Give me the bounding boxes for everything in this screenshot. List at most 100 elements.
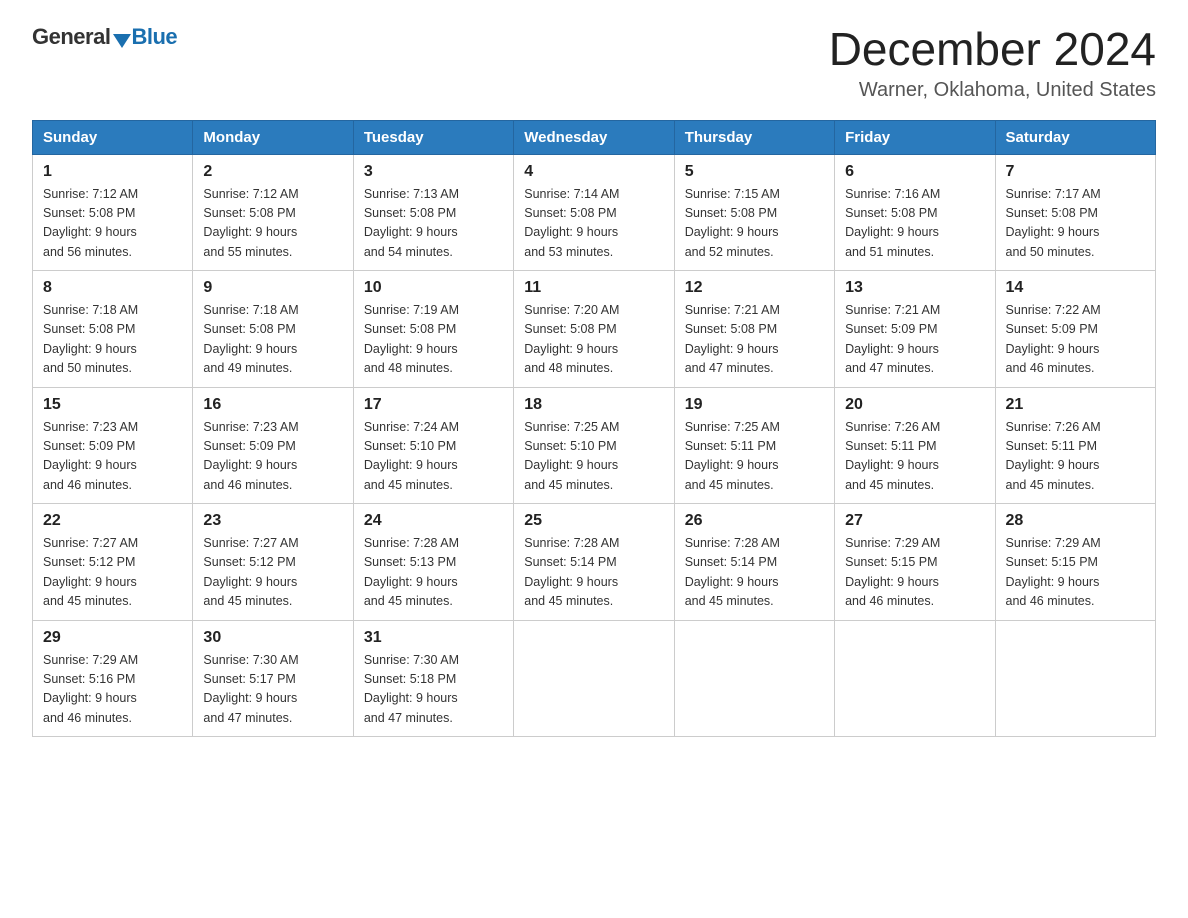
table-row: 10Sunrise: 7:19 AMSunset: 5:08 PMDayligh… — [353, 271, 513, 388]
day-number: 25 — [524, 512, 663, 530]
day-number: 27 — [845, 512, 984, 530]
month-title: December 2024 — [829, 24, 1156, 75]
day-info: Sunrise: 7:25 AMSunset: 5:10 PMDaylight:… — [524, 418, 663, 496]
day-number: 12 — [685, 279, 824, 297]
col-header-saturday: Saturday — [995, 120, 1155, 154]
table-row: 24 Sunrise: 7:28 AMSunset: 5:13 PMDayligh… — [353, 504, 513, 621]
calendar-week-row: 15 Sunrise: 7:23 AMSunset: 5:09 PMDayligh… — [33, 387, 1156, 504]
day-number: 8 — [43, 279, 182, 297]
day-info: Sunrise: 7:16 AMSunset: 5:08 PMDaylight:… — [845, 185, 984, 263]
day-number: 26 — [685, 512, 824, 530]
logo: General Blue — [32, 24, 177, 50]
day-info: Sunrise: 7:28 AMSunset: 5:14 PMDaylight:… — [685, 534, 824, 612]
day-number: 10 — [364, 279, 503, 297]
table-row: 1Sunrise: 7:12 AMSunset: 5:08 PMDaylight… — [33, 154, 193, 271]
logo-text-general: General — [32, 24, 110, 50]
day-info: Sunrise: 7:18 AMSunset: 5:08 PMDaylight:… — [43, 301, 182, 379]
day-info: Sunrise: 7:27 AMSunset: 5:12 PMDaylight:… — [43, 534, 182, 612]
table-row: 7Sunrise: 7:17 AMSunset: 5:08 PMDaylight… — [995, 154, 1155, 271]
day-number: 22 — [43, 512, 182, 530]
col-header-monday: Monday — [193, 120, 353, 154]
day-info: Sunrise: 7:21 AMSunset: 5:08 PMDaylight:… — [685, 301, 824, 379]
day-info: Sunrise: 7:14 AMSunset: 5:08 PMDaylight:… — [524, 185, 663, 263]
day-number: 6 — [845, 163, 984, 181]
col-header-sunday: Sunday — [33, 120, 193, 154]
table-row: 9 Sunrise: 7:18 AMSunset: 5:08 PMDaylight… — [193, 271, 353, 388]
logo-text-blue: Blue — [131, 24, 177, 50]
table-row: 8 Sunrise: 7:18 AMSunset: 5:08 PMDaylight… — [33, 271, 193, 388]
table-row: 19 Sunrise: 7:25 AMSunset: 5:11 PMDayligh… — [674, 387, 834, 504]
day-number: 19 — [685, 396, 824, 414]
day-number: 5 — [685, 163, 824, 181]
day-number: 4 — [524, 163, 663, 181]
day-info: Sunrise: 7:13 AMSunset: 5:08 PMDaylight:… — [364, 185, 503, 263]
title-block: December 2024 Warner, Oklahoma, United S… — [829, 24, 1156, 102]
table-row — [674, 620, 834, 737]
day-number: 31 — [364, 629, 503, 647]
day-info: Sunrise: 7:25 AMSunset: 5:11 PMDaylight:… — [685, 418, 824, 496]
table-row: 25 Sunrise: 7:28 AMSunset: 5:14 PMDayligh… — [514, 504, 674, 621]
table-row: 31 Sunrise: 7:30 AMSunset: 5:18 PMDayligh… — [353, 620, 513, 737]
day-number: 15 — [43, 396, 182, 414]
day-number: 13 — [845, 279, 984, 297]
table-row — [514, 620, 674, 737]
day-number: 20 — [845, 396, 984, 414]
logo-arrow-icon — [113, 34, 131, 48]
day-info: Sunrise: 7:23 AMSunset: 5:09 PMDaylight:… — [43, 418, 182, 496]
day-info: Sunrise: 7:24 AMSunset: 5:10 PMDaylight:… — [364, 418, 503, 496]
day-number: 1 — [43, 163, 182, 181]
col-header-thursday: Thursday — [674, 120, 834, 154]
day-number: 9 — [203, 279, 342, 297]
table-row: 6 Sunrise: 7:16 AMSunset: 5:08 PMDaylight… — [835, 154, 995, 271]
day-number: 24 — [364, 512, 503, 530]
table-row: 30Sunrise: 7:30 AMSunset: 5:17 PMDayligh… — [193, 620, 353, 737]
table-row: 29Sunrise: 7:29 AMSunset: 5:16 PMDayligh… — [33, 620, 193, 737]
table-row: 16 Sunrise: 7:23 AMSunset: 5:09 PMDayligh… — [193, 387, 353, 504]
table-row — [835, 620, 995, 737]
day-info: Sunrise: 7:22 AMSunset: 5:09 PMDaylight:… — [1006, 301, 1145, 379]
table-row: 2Sunrise: 7:12 AMSunset: 5:08 PMDaylight… — [193, 154, 353, 271]
header: General Blue December 2024 Warner, Oklah… — [32, 24, 1156, 102]
table-row: 4 Sunrise: 7:14 AMSunset: 5:08 PMDaylight… — [514, 154, 674, 271]
day-info: Sunrise: 7:29 AMSunset: 5:15 PMDaylight:… — [845, 534, 984, 612]
day-info: Sunrise: 7:28 AMSunset: 5:14 PMDaylight:… — [524, 534, 663, 612]
location-title: Warner, Oklahoma, United States — [829, 79, 1156, 102]
day-info: Sunrise: 7:23 AMSunset: 5:09 PMDaylight:… — [203, 418, 342, 496]
table-row — [995, 620, 1155, 737]
table-row: 11 Sunrise: 7:20 AMSunset: 5:08 PMDayligh… — [514, 271, 674, 388]
day-info: Sunrise: 7:20 AMSunset: 5:08 PMDaylight:… — [524, 301, 663, 379]
day-info: Sunrise: 7:18 AMSunset: 5:08 PMDaylight:… — [203, 301, 342, 379]
day-info: Sunrise: 7:15 AMSunset: 5:08 PMDaylight:… — [685, 185, 824, 263]
table-row: 15 Sunrise: 7:23 AMSunset: 5:09 PMDayligh… — [33, 387, 193, 504]
table-row: 21Sunrise: 7:26 AMSunset: 5:11 PMDayligh… — [995, 387, 1155, 504]
col-header-friday: Friday — [835, 120, 995, 154]
table-row: 20 Sunrise: 7:26 AMSunset: 5:11 PMDayligh… — [835, 387, 995, 504]
day-number: 16 — [203, 396, 342, 414]
day-info: Sunrise: 7:29 AMSunset: 5:15 PMDaylight:… — [1006, 534, 1145, 612]
day-number: 17 — [364, 396, 503, 414]
day-info: Sunrise: 7:26 AMSunset: 5:11 PMDaylight:… — [845, 418, 984, 496]
calendar-header-row: Sunday Monday Tuesday Wednesday Thursday… — [33, 120, 1156, 154]
table-row: 23 Sunrise: 7:27 AMSunset: 5:12 PMDayligh… — [193, 504, 353, 621]
calendar-week-row: 1 Sunrise: 7:12 AMSunset: 5:08 PMDaylight… — [33, 154, 1156, 271]
calendar-table: Sunday Monday Tuesday Wednesday Thursday… — [32, 120, 1156, 738]
table-row: 26 Sunrise: 7:28 AMSunset: 5:14 PMDayligh… — [674, 504, 834, 621]
table-row: 3 Sunrise: 7:13 AMSunset: 5:08 PMDaylight… — [353, 154, 513, 271]
day-info: Sunrise: 7:28 AMSunset: 5:13 PMDaylight:… — [364, 534, 503, 612]
table-row: 14Sunrise: 7:22 AMSunset: 5:09 PMDayligh… — [995, 271, 1155, 388]
day-number: 23 — [203, 512, 342, 530]
day-info: Sunrise: 7:27 AMSunset: 5:12 PMDaylight:… — [203, 534, 342, 612]
day-number: 3 — [364, 163, 503, 181]
calendar-week-row: 29Sunrise: 7:29 AMSunset: 5:16 PMDayligh… — [33, 620, 1156, 737]
day-number: 11 — [524, 279, 663, 297]
day-info: Sunrise: 7:30 AMSunset: 5:18 PMDaylight:… — [364, 651, 503, 729]
day-number: 7 — [1006, 163, 1145, 181]
table-row: 17 Sunrise: 7:24 AMSunset: 5:10 PMDayligh… — [353, 387, 513, 504]
day-info: Sunrise: 7:26 AMSunset: 5:11 PMDaylight:… — [1006, 418, 1145, 496]
day-info: Sunrise: 7:12 AMSunset: 5:08 PMDaylight:… — [203, 185, 342, 263]
day-number: 18 — [524, 396, 663, 414]
table-row: 18 Sunrise: 7:25 AMSunset: 5:10 PMDayligh… — [514, 387, 674, 504]
table-row: 12 Sunrise: 7:21 AMSunset: 5:08 PMDayligh… — [674, 271, 834, 388]
day-info: Sunrise: 7:30 AMSunset: 5:17 PMDaylight:… — [203, 651, 342, 729]
day-info: Sunrise: 7:21 AMSunset: 5:09 PMDaylight:… — [845, 301, 984, 379]
